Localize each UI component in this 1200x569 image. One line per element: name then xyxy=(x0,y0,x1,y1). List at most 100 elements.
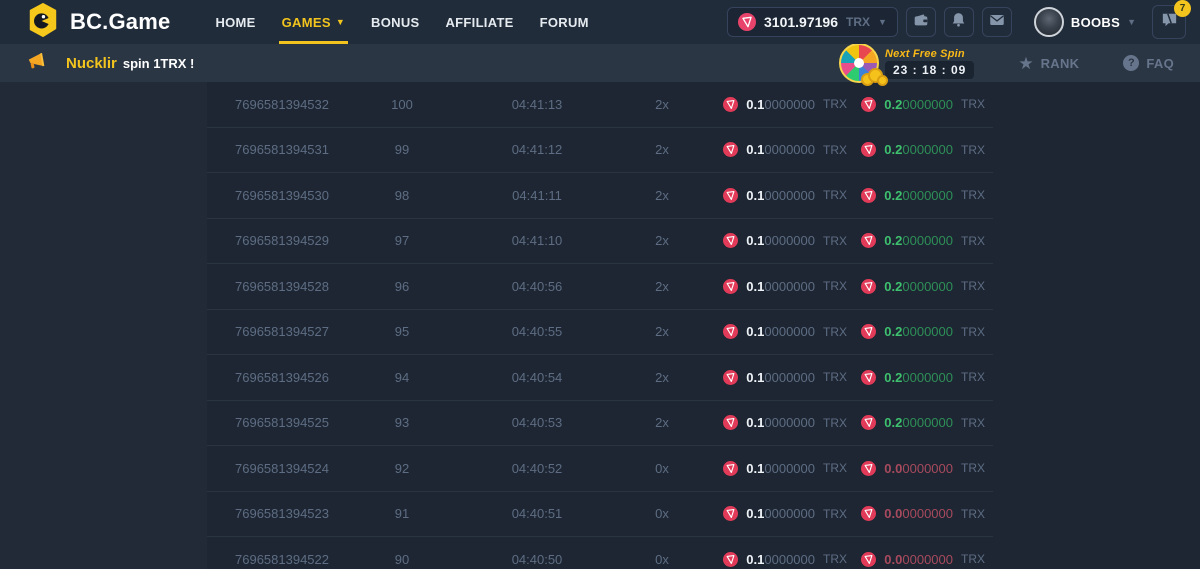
bet-amount-currency: TRX xyxy=(823,97,847,111)
bet-amount-value: 0.10000000 xyxy=(746,233,815,248)
username: BOOBS xyxy=(1071,15,1120,30)
bet-id: 7696581394524 xyxy=(207,461,357,476)
chat-button[interactable]: 7 xyxy=(1152,5,1186,39)
trx-coin-icon xyxy=(861,506,876,521)
payout-multiplier: 2x xyxy=(627,279,697,294)
bet-amount-value: 0.10000000 xyxy=(746,279,815,294)
bet-amount: 0.10000000TRX xyxy=(697,142,847,157)
announcement-right: Next Free Spin 23 : 18 : 09 ★ RANK ? FAQ xyxy=(839,44,1174,82)
table-row[interactable]: 76965813945319904:41:122x0.10000000TRX0.… xyxy=(207,128,993,174)
table-row[interactable]: 76965813945309804:41:112x0.10000000TRX0.… xyxy=(207,173,993,219)
table-row[interactable]: 769658139453210004:41:132x0.10000000TRX0… xyxy=(207,82,993,128)
balance-currency: TRX xyxy=(846,15,870,29)
payout-currency: TRX xyxy=(961,507,985,521)
bell-icon xyxy=(950,11,967,33)
trx-coin-icon xyxy=(861,370,876,385)
roll-result: 99 xyxy=(357,142,447,157)
bet-amount-currency: TRX xyxy=(823,279,847,293)
payout-currency: TRX xyxy=(961,461,985,475)
trx-coin-icon xyxy=(723,370,738,385)
payout-multiplier: 2x xyxy=(627,233,697,248)
trx-coin-icon xyxy=(738,13,756,31)
bet-amount-currency: TRX xyxy=(823,416,847,430)
notifications-button[interactable] xyxy=(944,7,974,37)
announcement-link[interactable]: Nucklirspin 1TRX ! xyxy=(26,50,194,77)
faq-link[interactable]: ? FAQ xyxy=(1123,55,1174,71)
payout-currency: TRX xyxy=(961,143,985,157)
trx-coin-icon xyxy=(723,188,738,203)
bet-amount: 0.10000000TRX xyxy=(697,188,847,203)
nav-affiliate[interactable]: AFFILIATE xyxy=(432,0,526,44)
table-row[interactable]: 76965813945279504:40:552x0.10000000TRX0.… xyxy=(207,310,993,356)
free-spin-widget[interactable]: Next Free Spin 23 : 18 : 09 xyxy=(839,44,974,82)
bet-amount-value: 0.10000000 xyxy=(746,552,815,567)
bet-amount: 0.10000000TRX xyxy=(697,370,847,385)
free-spin-countdown: 23 : 18 : 09 xyxy=(885,61,974,79)
bet-id: 7696581394523 xyxy=(207,506,357,521)
roll-result: 93 xyxy=(357,415,447,430)
nav-bonus[interactable]: BONUS xyxy=(358,0,432,44)
balance-selector[interactable]: 3101.97196 TRX ▼ xyxy=(727,7,898,37)
bcgame-logo-icon xyxy=(26,3,60,42)
bet-id: 7696581394532 xyxy=(207,97,357,112)
bet-time: 04:40:51 xyxy=(447,506,627,521)
bet-amount: 0.10000000 TRX xyxy=(697,461,847,476)
payout-amount: 0.20000000TRX xyxy=(847,324,985,339)
bet-time: 04:41:10 xyxy=(447,233,627,248)
trx-coin-icon xyxy=(723,324,738,339)
table-row[interactable]: 76965813945299704:41:102x 0.10000000 TRX0.… xyxy=(207,219,993,265)
trx-coin-icon xyxy=(861,188,876,203)
wallet-button[interactable] xyxy=(906,7,936,37)
payout-currency: TRX xyxy=(961,552,985,566)
trx-coin-icon xyxy=(723,415,738,430)
roll-result: 90 xyxy=(357,552,447,567)
payout-amount: 0.00000000TRX xyxy=(847,506,985,521)
bet-id: 7696581394528 xyxy=(207,279,357,294)
payout-amount: 0.20000000TRX xyxy=(847,233,985,248)
bet-id: 7696581394529 xyxy=(207,233,357,248)
table-row[interactable]: 76965813945259304:40:532x0.10000000TRX0.… xyxy=(207,401,993,447)
bet-time: 04:40:54 xyxy=(447,370,627,385)
announcement-bar: Nucklirspin 1TRX ! Next Free Spin 23 : 1… xyxy=(0,44,1200,82)
payout-multiplier: 0x xyxy=(627,461,697,476)
nav-home[interactable]: HOME xyxy=(202,0,268,44)
wallet-icon xyxy=(912,11,930,34)
bet-amount-currency: TRX xyxy=(823,552,847,566)
user-menu[interactable]: BOOBS ▼ xyxy=(1034,7,1136,37)
bet-amount-value: 0.10000000 xyxy=(746,188,815,203)
bet-time: 04:41:13 xyxy=(447,97,627,112)
payout-currency: TRX xyxy=(961,97,985,111)
bet-id: 7696581394530 xyxy=(207,188,357,203)
table-row[interactable]: 76965813945289604:40:562x0.10000000TRX0.… xyxy=(207,264,993,310)
nav-games[interactable]: GAMES ▼ xyxy=(269,0,358,44)
bet-amount-currency: TRX xyxy=(823,461,847,475)
roll-result: 97 xyxy=(357,233,447,248)
nav-forum[interactable]: FORUM xyxy=(527,0,602,44)
brand-logo[interactable]: BC.Game xyxy=(26,3,170,42)
messages-button[interactable] xyxy=(982,7,1012,37)
table-row[interactable]: 76965813945239104:40:510x0.10000000TRX0.… xyxy=(207,492,993,538)
bet-id: 7696581394527 xyxy=(207,324,357,339)
payout-value: 0.20000000 xyxy=(884,142,953,157)
payout-multiplier: 2x xyxy=(627,370,697,385)
table-row[interactable]: 76965813945249204:40:520x0.10000000TRX0.… xyxy=(207,446,993,492)
bets-table: 769658139453210004:41:132x0.10000000TRX0… xyxy=(207,82,993,569)
trx-coin-icon xyxy=(723,233,738,248)
table-row[interactable]: 76965813945269404:40:542x0.10000000TRX0.… xyxy=(207,355,993,401)
question-icon: ? xyxy=(1123,55,1139,71)
chat-unread-badge: 7 xyxy=(1174,0,1191,17)
coin-icon xyxy=(877,75,888,86)
payout-amount: 0.20000000TRX xyxy=(847,188,985,203)
payout-value: 0.20000000 xyxy=(884,188,953,203)
rank-link[interactable]: ★ RANK xyxy=(1018,55,1079,72)
bet-amount-value: 0.10000000 xyxy=(746,461,815,476)
payout-amount: 0.20000000TRX xyxy=(847,279,985,294)
bet-amount: 0.10000000TRX xyxy=(697,324,847,339)
payout-value: 0.00000000 xyxy=(884,461,953,476)
table-row[interactable]: 76965813945229004:40:500x0.10000000TRX0.… xyxy=(207,537,993,569)
bet-amount-currency: TRX xyxy=(823,234,847,248)
bet-amount-currency: TRX xyxy=(823,325,847,339)
main-content: 769658139453210004:41:132x0.10000000TRX0… xyxy=(0,82,1200,569)
payout-amount: 0.20000000TRX xyxy=(847,97,985,112)
trx-coin-icon xyxy=(861,461,876,476)
